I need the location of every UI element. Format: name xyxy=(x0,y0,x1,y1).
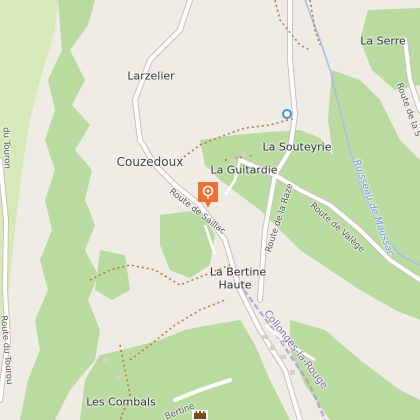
place-label-la-serre: La Serre xyxy=(360,34,406,48)
road-label-du-touron: du Touron xyxy=(0,126,12,170)
place-label-la-guitardie: La Guitardie xyxy=(210,163,278,177)
place-label-couzedoux: Couzedoux xyxy=(116,155,184,169)
place-label-les-combals: Les Combals xyxy=(86,395,156,409)
place-label-la-bertine-line1: La Bertine xyxy=(209,265,267,279)
place-label-la-bertine-line2: Haute xyxy=(218,278,252,292)
location-pin-icon[interactable] xyxy=(196,180,220,210)
place-label-larzelier: Larzelier xyxy=(127,69,175,83)
map-base-layer xyxy=(0,0,420,420)
castle-icon[interactable] xyxy=(192,408,208,420)
map-view[interactable]: Larzelier La Serre Couzedoux La Souteyri… xyxy=(0,0,420,420)
place-label-la-souteyrie: La Souteyrie xyxy=(262,140,332,154)
waypoint-circle-icon[interactable] xyxy=(281,108,293,120)
